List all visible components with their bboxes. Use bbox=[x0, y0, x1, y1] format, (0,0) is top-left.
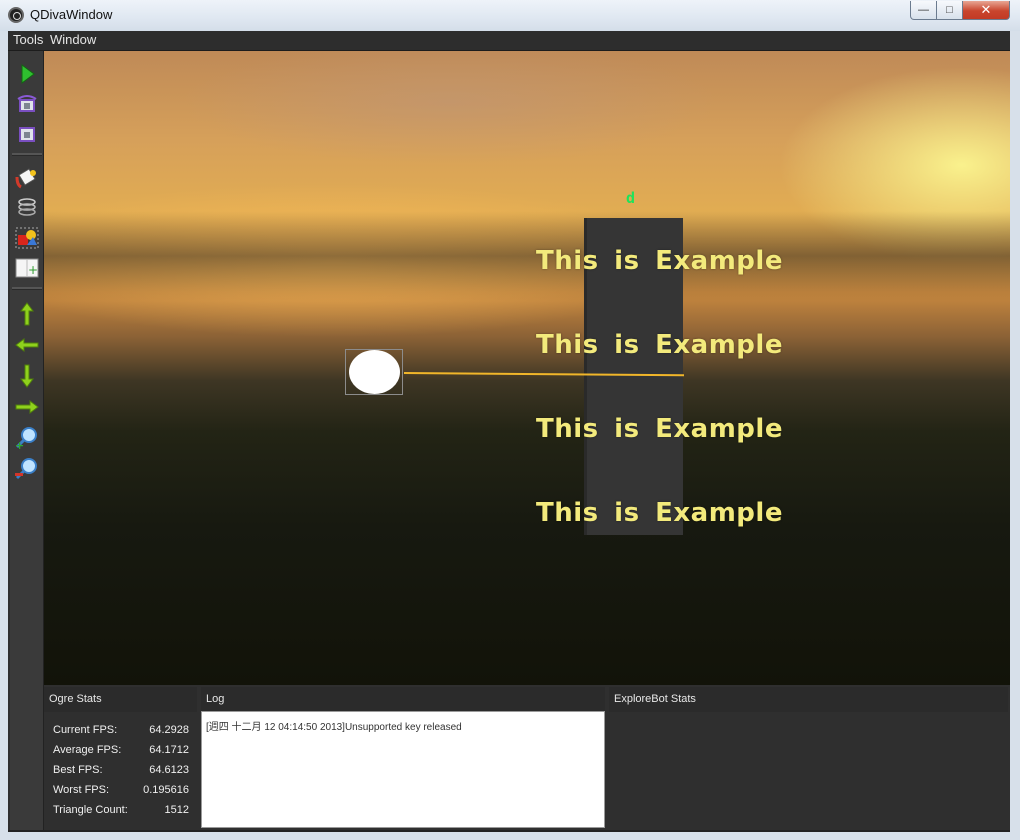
camera-rotate-icon bbox=[17, 95, 37, 112]
example-text: This is Example bbox=[536, 330, 783, 360]
svg-text:+: + bbox=[15, 439, 24, 450]
stats-row: Current FPS: 64.2928 bbox=[53, 724, 189, 740]
arrow-left-icon bbox=[15, 338, 39, 352]
camera-reset-button[interactable] bbox=[14, 121, 40, 147]
stat-value: 64.6123 bbox=[149, 764, 189, 776]
spring-button[interactable] bbox=[14, 195, 40, 221]
stat-value: 64.2928 bbox=[149, 724, 189, 736]
ogre-stats-title: Ogre Stats bbox=[44, 687, 197, 712]
move-left-button[interactable] bbox=[14, 332, 40, 358]
shapes-icon bbox=[15, 227, 39, 249]
toolbar-separator bbox=[12, 287, 42, 290]
add-panel-icon: + bbox=[15, 258, 39, 278]
stat-value: 0.195616 bbox=[143, 784, 189, 796]
svg-text:+: + bbox=[28, 263, 38, 277]
stats-row: Average FPS: 64.1712 bbox=[53, 744, 189, 760]
paint-button[interactable] bbox=[14, 165, 40, 191]
explorebot-stats-title: ExploreBot Stats bbox=[609, 687, 1008, 712]
play-button[interactable] bbox=[14, 61, 40, 87]
zoom-out-button[interactable] bbox=[14, 456, 40, 482]
example-text: This is Example bbox=[536, 246, 783, 276]
window-frame-left bbox=[0, 31, 8, 840]
window-controls: — □ ✕ bbox=[910, 1, 1010, 20]
stats-row: Best FPS: 64.6123 bbox=[53, 764, 189, 780]
app-icon bbox=[8, 7, 24, 23]
example-text: This is Example bbox=[536, 498, 783, 528]
log-line: [週四 十二月 12 04:14:50 2013]Unsupported key… bbox=[206, 722, 462, 733]
move-up-button[interactable] bbox=[14, 301, 40, 327]
menu-tools[interactable]: Tools bbox=[13, 32, 43, 47]
stats-row: Triangle Count: 1512 bbox=[53, 804, 189, 820]
move-down-button[interactable] bbox=[14, 363, 40, 389]
node-label: d bbox=[626, 189, 636, 207]
ogre-stats-dock: Ogre Stats Current FPS: 64.2928 Average … bbox=[44, 687, 197, 832]
camera-reset-icon bbox=[19, 127, 35, 142]
window-frame-right bbox=[1010, 31, 1020, 840]
window-frame-bottom bbox=[0, 832, 1020, 840]
horizon-haze bbox=[44, 211, 1010, 301]
add-panel-button[interactable]: + bbox=[14, 255, 40, 281]
title-bar: QDivaWindow — □ ✕ bbox=[0, 0, 1020, 31]
stat-label: Worst FPS: bbox=[53, 784, 110, 796]
stat-value: 1512 bbox=[164, 804, 189, 816]
stat-label: Triangle Count: bbox=[53, 804, 128, 816]
play-icon bbox=[21, 64, 35, 84]
zoom-out-icon bbox=[15, 458, 37, 480]
example-text: This is Example bbox=[536, 414, 783, 444]
camera-rotate-button[interactable] bbox=[14, 91, 40, 117]
menu-bar: Tools Window bbox=[8, 31, 1010, 51]
arrow-up-icon bbox=[20, 302, 34, 326]
spring-icon bbox=[18, 198, 36, 216]
tool-bar: + + bbox=[10, 51, 44, 830]
window-title: QDivaWindow bbox=[30, 7, 113, 22]
stat-value: 64.1712 bbox=[149, 744, 189, 756]
move-right-button[interactable] bbox=[14, 394, 40, 420]
arrow-down-icon bbox=[20, 364, 34, 388]
toolbar-separator bbox=[12, 153, 42, 156]
stat-label: Current FPS: bbox=[53, 724, 118, 736]
paint-bucket-icon bbox=[15, 168, 36, 189]
client-area: Tools Window + + d This is Example This … bbox=[8, 31, 1010, 832]
menu-window[interactable]: Window bbox=[50, 32, 96, 47]
zoom-in-icon: + bbox=[15, 427, 37, 450]
minimize-button[interactable]: — bbox=[910, 1, 937, 20]
log-output[interactable]: [週四 十二月 12 04:14:50 2013]Unsupported key… bbox=[201, 711, 605, 828]
zoom-in-button[interactable]: + bbox=[14, 425, 40, 451]
log-dock: Log [週四 十二月 12 04:14:50 2013]Unsupported… bbox=[201, 687, 605, 832]
log-title: Log bbox=[201, 687, 605, 712]
sphere-node[interactable] bbox=[349, 350, 400, 394]
shapes-button[interactable] bbox=[14, 225, 40, 251]
explorebot-stats-dock: ExploreBot Stats bbox=[609, 687, 1008, 832]
close-button[interactable]: ✕ bbox=[963, 1, 1010, 20]
render-viewport[interactable]: d This is Example This is Example This i… bbox=[44, 51, 1010, 685]
stats-row: Worst FPS: 0.195616 bbox=[53, 784, 189, 800]
stat-label: Best FPS: bbox=[53, 764, 103, 776]
stat-label: Average FPS: bbox=[53, 744, 122, 756]
status-strip bbox=[8, 830, 1010, 832]
arrow-right-icon bbox=[15, 400, 39, 414]
maximize-button[interactable]: □ bbox=[937, 1, 963, 20]
